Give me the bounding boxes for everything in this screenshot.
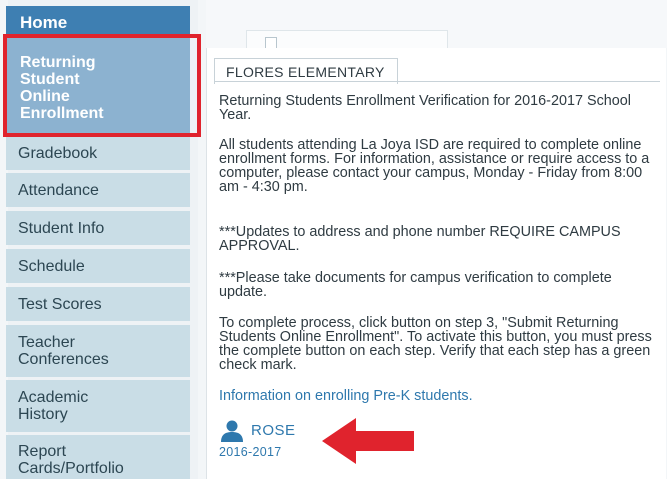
- student-name-link[interactable]: ROSE: [251, 422, 296, 439]
- sidebar-item-home[interactable]: Home: [6, 6, 190, 38]
- notice-paragraph: Returning Students Enrollment Verificati…: [219, 93, 631, 123]
- sidebar-item-teacher-conferences[interactable]: Teacher Conferences: [6, 325, 190, 377]
- sidebar-item-label: Teacher Conferences: [18, 334, 109, 368]
- student-school-year: 2016-2017: [219, 445, 282, 459]
- student-entry[interactable]: ROSE 2016-2017: [219, 420, 329, 460]
- tab-divider: [214, 81, 660, 82]
- sidebar-item-label: Returning Student Online Enrollment: [20, 54, 104, 122]
- sidebar-item-student-info[interactable]: Student Info: [6, 211, 190, 245]
- sidebar-item-label: Report Cards/Portfolio: [18, 443, 124, 477]
- red-arrow-left-icon: [322, 418, 414, 464]
- sidebar-item-test-scores[interactable]: Test Scores: [6, 287, 190, 321]
- sidebar-item-schedule[interactable]: Schedule: [6, 249, 190, 283]
- sidebar-item-report-cards-portfolio[interactable]: Report Cards/Portfolio: [6, 435, 190, 479]
- sidebar-item-label: Academic History: [18, 389, 89, 423]
- user-icon: [221, 420, 243, 442]
- sidebar-item-gradebook[interactable]: Gradebook: [6, 136, 190, 170]
- notice-paragraph: All students attending La Joya ISD are r…: [219, 137, 650, 195]
- notice-paragraph: To complete process, click button on ste…: [219, 315, 652, 373]
- notice-paragraph: ***Updates to address and phone number R…: [219, 224, 621, 254]
- notice-paragraph: ***Please take documents for campus veri…: [219, 270, 612, 300]
- sidebar-item-academic-history[interactable]: Academic History: [6, 380, 190, 432]
- prek-info-link[interactable]: Information on enrolling Pre-K students.: [219, 388, 473, 404]
- sidebar-item-returning-student-online-enrollment[interactable]: Returning Student Online Enrollment: [6, 38, 190, 134]
- sidebar-item-attendance[interactable]: Attendance: [6, 173, 190, 207]
